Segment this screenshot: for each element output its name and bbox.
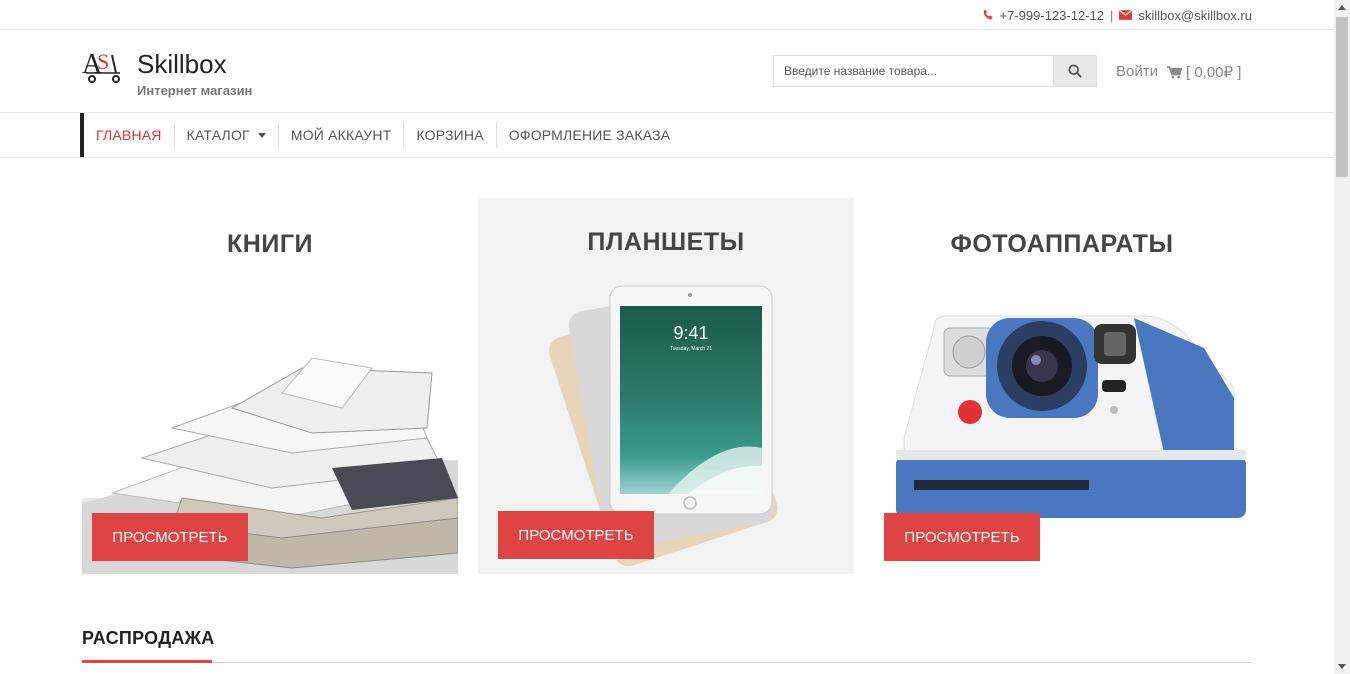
phone-number[interactable]: +7-999-123-12-12 — [1000, 8, 1104, 23]
logo-title: Skillbox — [137, 49, 227, 79]
view-cameras-button[interactable]: ПРОСМОТРЕТЬ — [884, 513, 1040, 561]
logo-mark-icon: A S — [82, 49, 120, 83]
page-scrollbar[interactable] — [1334, 0, 1350, 674]
logo-subtitle: Интернет магазин — [137, 83, 253, 98]
tablet-date: Tuesday, March 21 — [670, 346, 712, 352]
contact-info: +7-999-123-12-12 | skillbox@skillbox.ru — [983, 8, 1252, 23]
tablet-time: 9:41 — [673, 323, 708, 343]
category-title-books: КНИГИ — [227, 230, 313, 258]
category-tablets[interactable]: 9:41 Tuesday, March 21 ПЛАНШЕТЫ ПРОСМОТР… — [478, 198, 854, 574]
contact-separator: | — [1109, 8, 1114, 23]
nav-item-cart[interactable]: КОРЗИНА — [404, 122, 497, 148]
sale-heading: РАСПРОДАЖА — [82, 628, 215, 648]
main-nav: ГЛАВНАЯ КАТАЛОГ МОЙ АККАУНТ КОРЗИНА ОФОР… — [0, 113, 1334, 158]
logo[interactable]: A S Skillbox Интернет магазин — [82, 47, 282, 98]
phone-icon — [983, 9, 994, 23]
category-title-cameras: ФОТОАППАРАТЫ — [950, 230, 1174, 258]
svg-text:S: S — [97, 49, 109, 74]
top-bar: +7-999-123-12-12 | skillbox@skillbox.ru — [0, 0, 1334, 30]
category-books[interactable]: КНИГИ ПРОСМОТРЕТЬ — [82, 198, 458, 574]
nav-item-catalog-label: КАТАЛОГ — [186, 127, 250, 143]
search-input[interactable] — [773, 55, 1053, 87]
sale-divider — [82, 662, 1252, 663]
search-icon — [1068, 64, 1082, 78]
cart-icon — [1167, 65, 1182, 78]
search-form — [773, 55, 1097, 87]
envelope-icon — [1119, 9, 1133, 23]
view-tablets-button[interactable]: ПРОСМОТРЕТЬ — [498, 511, 654, 559]
category-title-tablets: ПЛАНШЕТЫ — [587, 228, 745, 256]
scroll-down-arrow-icon[interactable] — [1338, 664, 1346, 669]
site-header: A S Skillbox Интернет магазин Войти [ 0,… — [0, 30, 1334, 113]
search-button[interactable] — [1053, 55, 1097, 87]
cart-link[interactable]: [ 0,00₽ ] — [1167, 63, 1241, 81]
nav-item-home[interactable]: ГЛАВНАЯ — [84, 122, 175, 148]
scrollbar-thumb[interactable] — [1336, 17, 1348, 177]
nav-item-catalog[interactable]: КАТАЛОГ — [175, 122, 279, 148]
login-link[interactable]: Войти — [1116, 63, 1158, 80]
nav-item-account[interactable]: МОЙ АККАУНТ — [279, 122, 405, 148]
nav-item-checkout[interactable]: ОФОРМЛЕНИЕ ЗАКАЗА — [497, 122, 683, 148]
scroll-up-arrow-icon[interactable] — [1338, 5, 1346, 10]
sale-heading-underline — [82, 660, 212, 663]
email-link[interactable]: skillbox@skillbox.ru — [1138, 8, 1252, 23]
view-books-button[interactable]: ПРОСМОТРЕТЬ — [92, 513, 248, 561]
category-cameras[interactable]: ФОТОАППАРАТЫ ПРОСМОТРЕТЬ — [874, 198, 1250, 574]
caret-down-icon — [257, 132, 266, 138]
cart-total: [ 0,00₽ ] — [1186, 64, 1242, 81]
nav-menu: ГЛАВНАЯ КАТАЛОГ МОЙ АККАУНТ КОРЗИНА ОФОР… — [80, 113, 682, 157]
